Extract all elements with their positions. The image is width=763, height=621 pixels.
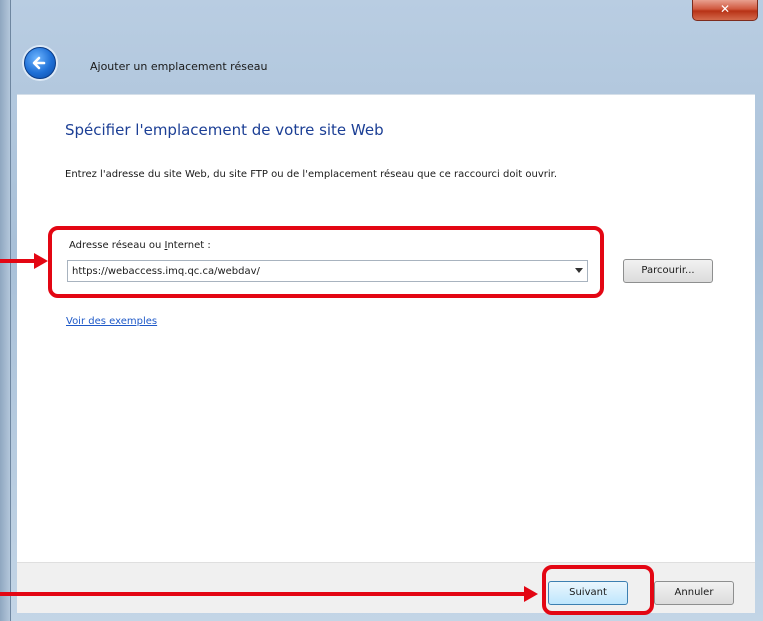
back-arrow-icon bbox=[32, 56, 46, 70]
page-heading: Spécifier l'emplacement de votre site We… bbox=[65, 121, 384, 139]
annotation-arrow-head-1 bbox=[34, 253, 48, 269]
page-description: Entrez l'adresse du site Web, du site FT… bbox=[65, 169, 557, 180]
highlight-next-button bbox=[542, 565, 654, 615]
highlight-address-field bbox=[48, 226, 604, 298]
wizard-header: Ajouter un emplacement réseau bbox=[10, 38, 763, 94]
examples-link[interactable]: Voir des exemples bbox=[66, 316, 157, 327]
window-left-edge bbox=[0, 0, 10, 621]
annotation-arrow-line-1 bbox=[0, 259, 34, 263]
back-button[interactable] bbox=[24, 47, 56, 79]
annotation-arrow-head-2 bbox=[524, 586, 538, 602]
window-title: Ajouter un emplacement réseau bbox=[90, 60, 268, 73]
close-icon: ✕ bbox=[719, 2, 731, 16]
cancel-button[interactable]: Annuler bbox=[654, 581, 734, 605]
wizard-content: Spécifier l'emplacement de votre site We… bbox=[17, 94, 755, 563]
annotation-arrow-line-2 bbox=[0, 592, 524, 596]
browse-button[interactable]: Parcourir... bbox=[623, 259, 713, 283]
close-button[interactable]: ✕ bbox=[692, 0, 758, 21]
